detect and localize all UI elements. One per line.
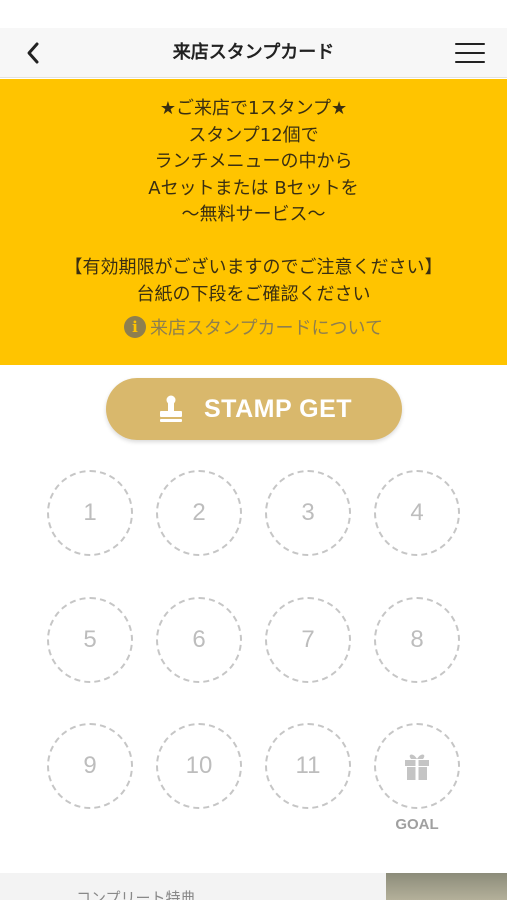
stamp-slot-3: 3 bbox=[265, 470, 351, 556]
info-icon: i bbox=[124, 316, 147, 338]
stamp-slot-8: 8 bbox=[374, 597, 460, 683]
stamp-slot-goal bbox=[374, 723, 460, 809]
stamp-slot-9: 9 bbox=[47, 723, 133, 809]
gift-icon bbox=[405, 754, 429, 780]
stamp-slot-5: 5 bbox=[47, 597, 133, 683]
stamp-get-button[interactable]: STAMP GET bbox=[106, 378, 402, 440]
navigation-bar: 来店スタンプカード bbox=[0, 28, 507, 78]
menu-bar bbox=[455, 43, 485, 45]
banner-line: Aセットまたは Bセットを bbox=[148, 177, 359, 199]
chevron-left-icon bbox=[27, 42, 39, 64]
back-button[interactable] bbox=[18, 38, 48, 68]
stamp-get-label: STAMP GET bbox=[203, 394, 353, 423]
reward-thumbnail bbox=[386, 873, 507, 900]
stamp-slot-1: 1 bbox=[47, 470, 133, 556]
complete-reward-card[interactable]: コンプリート特典 bbox=[0, 873, 507, 900]
about-stamp-card-link[interactable]: i 来店スタンプカードについて bbox=[124, 314, 383, 340]
campaign-banner: ★ご来店で1スタンプ★ スタンプ12個で ランチメニューの中から Aセットまたは… bbox=[0, 79, 507, 365]
menu-bar bbox=[455, 52, 485, 54]
stamp-slot-4: 4 bbox=[374, 470, 460, 556]
stamp-slot-10: 10 bbox=[156, 723, 242, 809]
banner-line: スタンプ12個で bbox=[188, 124, 319, 146]
about-stamp-card-label: 来店スタンプカードについて bbox=[150, 318, 383, 339]
stamp-slot-11: 11 bbox=[265, 723, 351, 809]
expiry-notice: 【有効期限がございますのでご注意ください】 bbox=[64, 257, 443, 278]
expiry-notice: 台紙の下段をご確認ください bbox=[136, 283, 371, 305]
status-bar-area bbox=[0, 0, 507, 28]
stamp-slot-2: 2 bbox=[156, 470, 242, 556]
stamp-slot-6: 6 bbox=[156, 597, 242, 683]
hamburger-menu-icon[interactable] bbox=[455, 40, 485, 66]
banner-line: ★ご来店で1スタンプ★ bbox=[159, 98, 348, 119]
stamp-slot-7: 7 bbox=[265, 597, 351, 683]
page-title: 来店スタンプカード bbox=[172, 42, 335, 63]
menu-bar bbox=[455, 61, 485, 63]
stamp-icon bbox=[159, 395, 182, 422]
complete-reward-label: コンプリート特典 bbox=[76, 889, 196, 900]
banner-line: ランチメニューの中から bbox=[154, 151, 353, 172]
goal-label: GOAL bbox=[395, 816, 439, 833]
banner-line: 〜無料サービス〜 bbox=[181, 204, 326, 225]
